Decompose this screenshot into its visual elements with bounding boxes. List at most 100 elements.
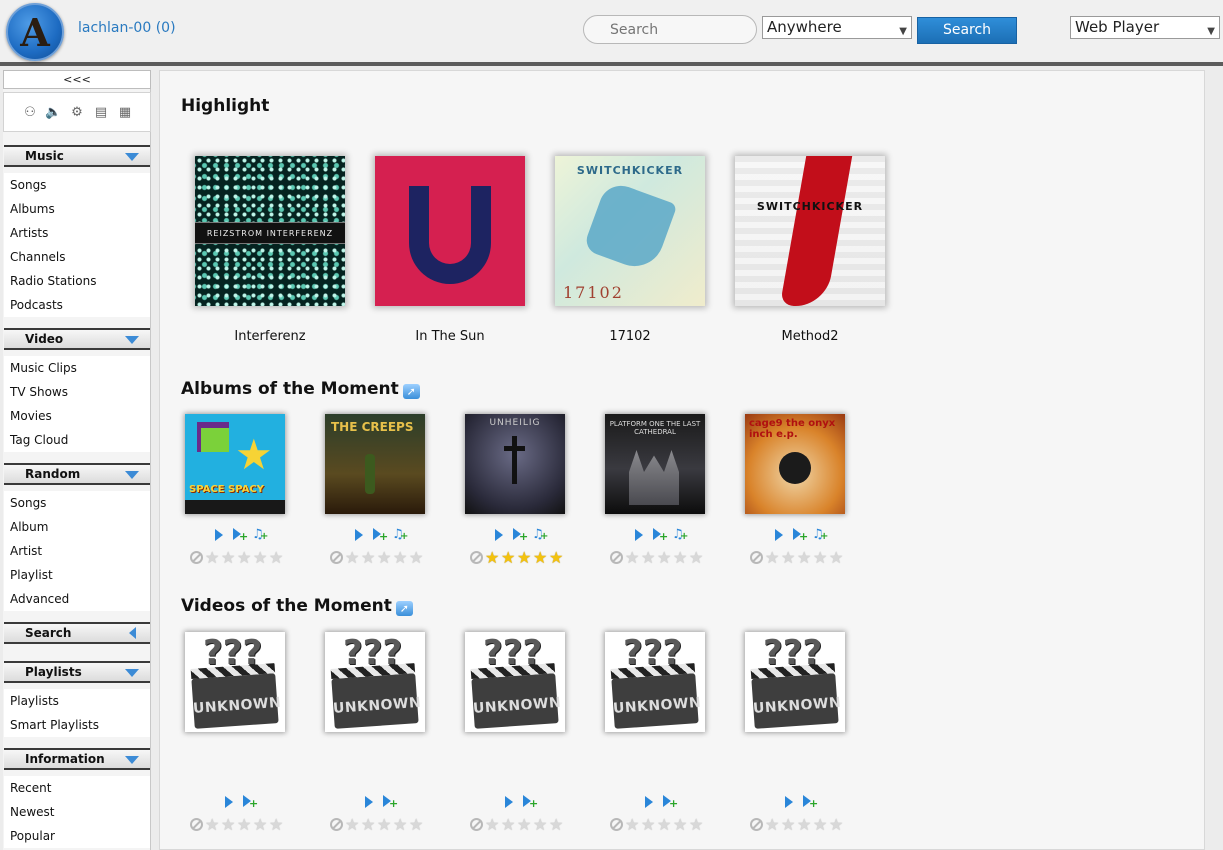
star-icon[interactable]: ★ — [253, 817, 269, 833]
play-icon[interactable] — [502, 795, 516, 809]
sidebar-item-songs[interactable]: Songs — [4, 173, 150, 197]
play-icon[interactable] — [642, 795, 656, 809]
highlight-title[interactable]: In The Sun — [370, 329, 530, 344]
add-to-playlist-icon[interactable] — [652, 528, 668, 542]
add-to-playlist-icon[interactable] — [792, 528, 808, 542]
clear-rating-icon[interactable] — [750, 551, 763, 564]
album-cover[interactable]: REIZSTROM INTERFERENZ — [195, 156, 345, 306]
clear-rating-icon[interactable] — [610, 551, 623, 564]
sidebar-item-recent[interactable]: Recent — [4, 776, 150, 800]
album-cover[interactable]: cage9 the onyx inch e.p. — [745, 414, 845, 514]
star-icon[interactable]: ★ — [345, 550, 361, 566]
sidebar-item-tv-shows[interactable]: TV Shows — [4, 380, 150, 404]
section-video[interactable]: Video — [4, 328, 150, 350]
section-information[interactable]: Information — [4, 748, 150, 770]
play-icon[interactable] — [782, 795, 796, 809]
star-icon[interactable]: ★ — [237, 817, 253, 833]
section-playlists[interactable]: Playlists — [4, 661, 150, 683]
play-icon[interactable] — [362, 795, 376, 809]
sidebar-item-random-playlist[interactable]: Playlist — [4, 563, 150, 587]
video-cover[interactable]: ??? UNKNOWN — [605, 632, 705, 732]
play-icon[interactable] — [772, 528, 786, 542]
headphones-icon[interactable]: ⚇ — [22, 105, 38, 121]
add-to-playlist-icon[interactable] — [382, 795, 398, 809]
star-icon[interactable]: ★ — [689, 817, 705, 833]
sidebar-item-random-artist[interactable]: Artist — [4, 539, 150, 563]
star-icon[interactable]: ★ — [205, 817, 221, 833]
sidebar-item-tag-cloud[interactable]: Tag Cloud — [4, 428, 150, 452]
user-link[interactable]: lachlan-00 (0) — [78, 20, 176, 36]
video-cover[interactable]: ??? UNKNOWN — [185, 632, 285, 732]
play-icon[interactable] — [352, 528, 366, 542]
add-to-playlist-icon[interactable] — [242, 795, 258, 809]
star-icon[interactable]: ★ — [377, 817, 393, 833]
sidebar-item-random-album[interactable]: Album — [4, 515, 150, 539]
clear-rating-icon[interactable] — [750, 818, 763, 831]
star-icon[interactable]: ★ — [361, 817, 377, 833]
album-cover[interactable]: PLATFORM ONE THE LAST CATHEDRAL — [605, 414, 705, 514]
star-icon[interactable]: ★ — [253, 550, 269, 566]
star-icon[interactable]: ★ — [813, 817, 829, 833]
star-icon[interactable]: ★ — [409, 817, 425, 833]
album-cover[interactable]: SWITCHKICKER 17102 — [555, 156, 705, 306]
clear-rating-icon[interactable] — [190, 551, 203, 564]
sidebar-item-playlists[interactable]: Playlists — [4, 689, 150, 713]
highlight-title[interactable]: Method2 — [730, 329, 890, 344]
album-cover[interactable]: UNHEILIG — [465, 414, 565, 514]
highlight-title[interactable]: 17102 — [550, 329, 710, 344]
star-icon[interactable]: ★ — [393, 817, 409, 833]
star-icon[interactable]: ★ — [221, 817, 237, 833]
play-icon[interactable] — [222, 795, 236, 809]
star-icon[interactable]: ★ — [205, 550, 221, 566]
star-icon[interactable]: ★ — [549, 550, 565, 566]
play-icon[interactable] — [492, 528, 506, 542]
video-cover[interactable]: ??? UNKNOWN — [745, 632, 845, 732]
video-cover[interactable]: ??? UNKNOWN — [325, 632, 425, 732]
sidebar-item-random-advanced[interactable]: Advanced — [4, 587, 150, 611]
add-to-playlist-icon[interactable] — [232, 528, 248, 542]
star-icon[interactable]: ★ — [517, 817, 533, 833]
add-to-temp-playlist-icon[interactable]: ♫ — [252, 528, 268, 543]
settings-icon[interactable]: ⚙ — [69, 105, 85, 121]
sidebar-item-music-clips[interactable]: Music Clips — [4, 356, 150, 380]
star-icon[interactable]: ★ — [533, 550, 549, 566]
star-icon[interactable]: ★ — [517, 550, 533, 566]
star-icon[interactable]: ★ — [501, 817, 517, 833]
star-icon[interactable]: ★ — [673, 550, 689, 566]
star-icon[interactable]: ★ — [409, 550, 425, 566]
share-icon[interactable]: ➚ — [395, 601, 413, 616]
add-to-playlist-icon[interactable] — [662, 795, 678, 809]
player-select[interactable]: Web Player ▼ — [1070, 16, 1220, 39]
star-icon[interactable]: ★ — [829, 817, 845, 833]
sidebar-item-podcasts[interactable]: Podcasts — [4, 293, 150, 317]
star-icon[interactable]: ★ — [269, 817, 285, 833]
add-to-playlist-icon[interactable] — [372, 528, 388, 542]
add-to-temp-playlist-icon[interactable]: ♫ — [532, 528, 548, 543]
clear-rating-icon[interactable] — [470, 818, 483, 831]
star-icon[interactable]: ★ — [625, 550, 641, 566]
highlight-title[interactable]: Interferenz — [190, 329, 350, 344]
star-icon[interactable]: ★ — [765, 550, 781, 566]
star-icon[interactable]: ★ — [781, 550, 797, 566]
star-icon[interactable]: ★ — [345, 817, 361, 833]
album-cover[interactable]: THE CREEPS — [325, 414, 425, 514]
section-music[interactable]: Music — [4, 145, 150, 167]
speaker-icon[interactable]: 🔈 — [45, 105, 61, 121]
sidebar-item-movies[interactable]: Movies — [4, 404, 150, 428]
star-icon[interactable]: ★ — [269, 550, 285, 566]
star-icon[interactable]: ★ — [393, 550, 409, 566]
sidebar-item-smart-playlists[interactable]: Smart Playlists — [4, 713, 150, 737]
star-icon[interactable]: ★ — [549, 817, 565, 833]
album-cover[interactable]: ★ SPACE SPACY — [185, 414, 285, 514]
star-icon[interactable]: ★ — [485, 550, 501, 566]
add-to-temp-playlist-icon[interactable]: ♫ — [392, 528, 408, 543]
play-icon[interactable] — [212, 528, 226, 542]
clear-rating-icon[interactable] — [190, 818, 203, 831]
sidebar-item-channels[interactable]: Channels — [4, 245, 150, 269]
star-icon[interactable]: ★ — [501, 550, 517, 566]
add-to-playlist-icon[interactable] — [522, 795, 538, 809]
star-icon[interactable]: ★ — [361, 550, 377, 566]
sidebar-item-random-songs[interactable]: Songs — [4, 491, 150, 515]
star-icon[interactable]: ★ — [657, 550, 673, 566]
app-logo[interactable]: A — [6, 3, 64, 61]
